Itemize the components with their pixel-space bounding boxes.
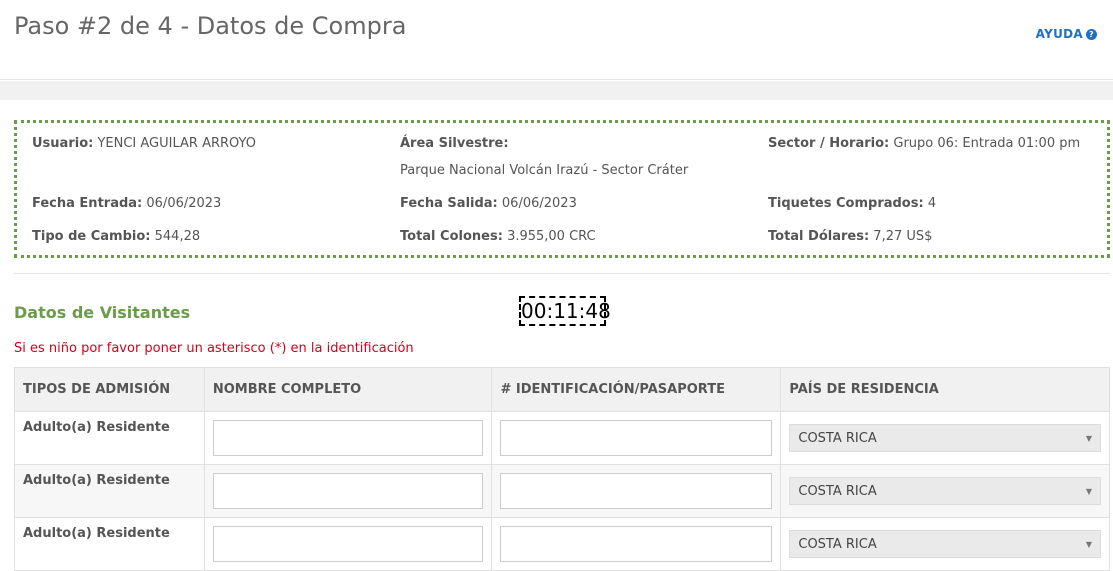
full-name-input[interactable] — [212, 526, 484, 562]
visitors-section-title: Datos de Visitantes — [14, 303, 191, 322]
help-label: AYUDA — [1035, 27, 1083, 41]
chevron-down-icon: ▼ — [1085, 487, 1092, 496]
purchase-summary: Usuario: YENCI AGUILAR ARROYO Área Silve… — [14, 120, 1110, 258]
name-cell — [203, 464, 493, 518]
help-link[interactable]: AYUDA ? — [1036, 27, 1097, 41]
name-cell — [203, 517, 493, 571]
admission-type: Adulto(a) Residente — [14, 411, 205, 465]
chevron-down-icon: ▼ — [1085, 434, 1092, 443]
table-row: Adulto(a) Residente COSTA RICA ▼ — [14, 517, 1110, 571]
summary-fecha-entrada: Fecha Entrada: 06/06/2023 — [32, 196, 222, 211]
table-row: Adulto(a) Residente COSTA RICA ▼ — [14, 411, 1110, 465]
country-select[interactable]: COSTA RICA ▼ — [789, 477, 1101, 505]
column-header-id: # IDENTIFICACIÓN/PASAPORTE — [491, 367, 782, 412]
country-cell: COSTA RICA ▼ — [780, 517, 1110, 571]
id-cell — [491, 464, 782, 518]
country-cell: COSTA RICA ▼ — [780, 411, 1110, 465]
admission-type: Adulto(a) Residente — [14, 464, 205, 518]
full-name-input[interactable] — [212, 420, 484, 456]
country-cell: COSTA RICA ▼ — [780, 464, 1110, 518]
id-passport-input[interactable] — [500, 473, 773, 509]
chevron-down-icon: ▼ — [1085, 540, 1092, 549]
top-bar: Paso #2 de 4 - Datos de Compra AYUDA ? — [0, 0, 1113, 80]
summary-fecha-salida: Fecha Salida: 06/06/2023 — [400, 196, 577, 211]
column-header-country: PAÍS DE RESIDENCIA — [780, 367, 1110, 412]
id-cell — [491, 517, 782, 571]
column-header-admission: TIPOS DE ADMISIÓN — [14, 367, 205, 412]
summary-usuario: Usuario: YENCI AGUILAR ARROYO — [32, 136, 257, 151]
admission-type: Adulto(a) Residente — [14, 517, 205, 571]
country-select[interactable]: COSTA RICA ▼ — [789, 424, 1101, 452]
table-header-row: TIPOS DE ADMISIÓN NOMBRE COMPLETO # IDEN… — [14, 367, 1110, 412]
visitors-table: TIPOS DE ADMISIÓN NOMBRE COMPLETO # IDEN… — [14, 367, 1110, 571]
summary-sector: Sector / Horario: Grupo 06: Entrada 01:0… — [768, 136, 1081, 151]
column-header-name: NOMBRE COMPLETO — [203, 367, 493, 412]
summary-area-label: Área Silvestre: — [400, 136, 509, 151]
summary-tiquetes: Tiquetes Comprados: 4 — [768, 196, 937, 211]
name-cell — [203, 411, 493, 465]
question-circle-icon: ? — [1086, 28, 1097, 40]
summary-area-value: Parque Nacional Volcán Irazú - Sector Cr… — [400, 163, 689, 178]
full-name-input[interactable] — [212, 473, 484, 509]
child-note: Si es niño por favor poner un asterisco … — [14, 341, 414, 356]
summary-tipo-cambio: Tipo de Cambio: 544,28 — [32, 229, 201, 244]
page-title: Paso #2 de 4 - Datos de Compra — [14, 12, 407, 40]
table-row: Adulto(a) Residente COSTA RICA ▼ — [14, 464, 1110, 518]
header-spacer — [0, 81, 1113, 100]
id-cell — [491, 411, 782, 465]
id-passport-input[interactable] — [500, 420, 773, 456]
summary-total-dolares: Total Dólares: 7,27 US$ — [768, 229, 933, 244]
country-select[interactable]: COSTA RICA ▼ — [789, 530, 1101, 558]
main-content: Usuario: YENCI AGUILAR ARROYO Área Silve… — [4, 100, 1113, 571]
summary-total-colones: Total Colones: 3.955,00 CRC — [400, 229, 596, 244]
session-timer: 00:11:48 — [519, 296, 611, 326]
id-passport-input[interactable] — [500, 526, 773, 562]
section-divider — [14, 273, 1110, 274]
